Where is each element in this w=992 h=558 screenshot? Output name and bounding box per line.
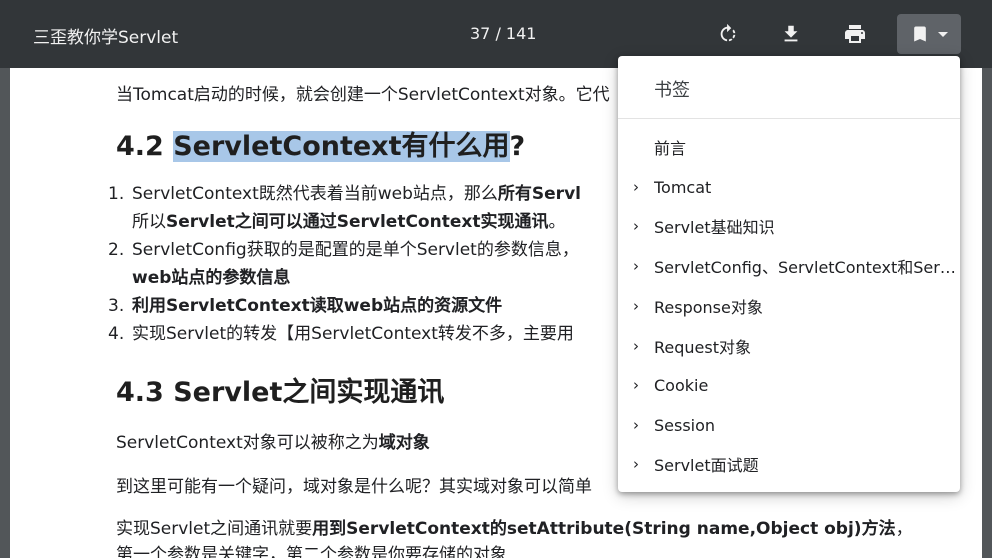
bookmark-item-session[interactable]: › Session [618,407,960,443]
bookmarks-menu: 书签 前言 › Tomcat › Servlet基础知识 › ServletCo… [618,56,960,492]
paragraph-text: ServletContext对象可以被称之为 [116,433,379,453]
bookmark-label: Request对象 [654,338,751,357]
list-item: 4. 实现Servlet的转发【用ServletContext转发不多，主要用 [108,320,581,348]
list-text: 所以 [132,212,166,232]
bookmark-label: 前言 [654,139,687,158]
chevron-right-icon[interactable]: › [618,416,654,434]
highlighted-text: ServletContext有什么用 [173,131,510,162]
bookmark-item-response[interactable]: › Response对象 [618,288,960,324]
bookmarks-button[interactable] [897,14,961,54]
list-item-continuation: web站点的参数信息 [132,264,581,292]
bookmark-item-preface[interactable]: 前言 [618,129,960,165]
paragraph-bold-text: 域对象 [378,433,430,453]
print-icon [845,25,865,43]
bookmark-label: Cookie [654,375,709,395]
bookmark-label: Tomcat [654,177,712,197]
chevron-right-icon[interactable]: › [618,217,654,235]
list-number: 3. [108,296,125,316]
download-button[interactable] [771,14,811,54]
bookmark-label: Servlet面试题 [654,456,759,475]
list-bold-text: 利用ServletContext读取web站点的资源文件 [132,296,503,316]
paragraph-bold-text: 用到ServletContext的setAttribute(String nam… [312,519,896,539]
chevron-right-icon[interactable]: › [618,257,654,275]
usage-list: 1. ServletContext既然代表着当前web站点，那么所有Servl 所… [108,180,581,348]
bookmark-item-tomcat[interactable]: › Tomcat [618,169,960,205]
print-button[interactable] [835,14,875,54]
paragraph-intro: 当Tomcat启动的时候，就会创建一个ServletContext对象。它代 [116,85,610,105]
heading-tail: ? [509,131,526,162]
list-text: ServletContext既然代表着当前web站点，那么 [132,184,498,204]
paragraph-text: 实现Servlet之间通讯就要 [116,519,313,539]
bookmark-item-servletconfig[interactable]: › ServletConfig、ServletContext和Servlet..… [618,248,960,284]
bookmark-item-request[interactable]: › Request对象 [618,328,960,364]
bookmark-label: Session [654,415,716,435]
chevron-right-icon[interactable]: › [618,455,654,473]
list-item-continuation: 所以Servlet之间可以通过ServletContext实现通讯。 [132,208,581,236]
bookmarks-title: 书签 [654,80,690,101]
divider [618,118,960,119]
list-bold-text: 所有Servl [497,184,581,204]
list-item: 1. ServletContext既然代表着当前web站点，那么所有Servl [108,180,581,208]
list-number: 4. [108,324,125,344]
chevron-right-icon[interactable]: › [618,337,654,355]
rotate-icon [720,23,736,42]
list-text: ServletConfig获取的是配置的是单个Servlet的参数信息， [132,240,579,260]
chevron-right-icon[interactable]: › [618,178,654,196]
bookmark-item-interview[interactable]: › Servlet面试题 [618,446,960,482]
rotate-button[interactable] [708,14,748,54]
bookmark-item-servlet-basics[interactable]: › Servlet基础知识 [618,208,960,244]
list-bold-text: Servlet之间可以通过ServletContext实现通讯 [166,212,549,232]
bookmark-label: Servlet基础知识 [654,218,775,237]
list-number: 1. [108,184,125,204]
list-item: 2. ServletConfig获取的是配置的是单个Servlet的参数信息， [108,236,581,264]
list-text: 实现Servlet的转发【用ServletContext转发不多，主要用 [132,324,574,344]
heading-4-3: 4.3 Servlet之间实现通讯 [116,377,445,408]
download-icon [784,25,798,42]
heading-number: 4.2 [116,131,174,162]
list-item: 3. 利用ServletContext读取web站点的资源文件 [108,292,581,320]
bookmark-item-cookie[interactable]: › Cookie [618,367,960,403]
chevron-down-icon [938,31,948,37]
bookmark-icon [914,26,926,42]
bookmark-label: Response对象 [654,298,763,317]
chevron-right-icon[interactable]: › [618,376,654,394]
list-number: 2. [108,240,125,260]
heading-4-2: 4.2 ServletContext有什么用? [116,124,525,163]
chevron-right-icon[interactable]: › [618,297,654,315]
bookmark-label: ServletConfig、ServletContext和Servlet... [654,258,958,277]
paragraph-text: ， [895,519,913,539]
paragraph-set-attribute: 实现Servlet之间通讯就要用到ServletContext的setAttri… [116,514,913,539]
list-text: 。 [548,212,566,232]
document-title: 三歪教你学Servlet [33,28,179,48]
paragraph-params: 第一个参数是关键字，第二个参数是你要存储的对象 [116,545,507,558]
paragraph-question: 到这里可能有一个疑问，域对象是什么呢？其实域对象可以简单 [116,477,592,497]
list-bold-text: web站点的参数信息 [132,268,291,288]
page-indicator: 37 / 141 [470,24,537,43]
paragraph-domain-object: ServletContext对象可以被称之为域对象 [116,428,430,453]
